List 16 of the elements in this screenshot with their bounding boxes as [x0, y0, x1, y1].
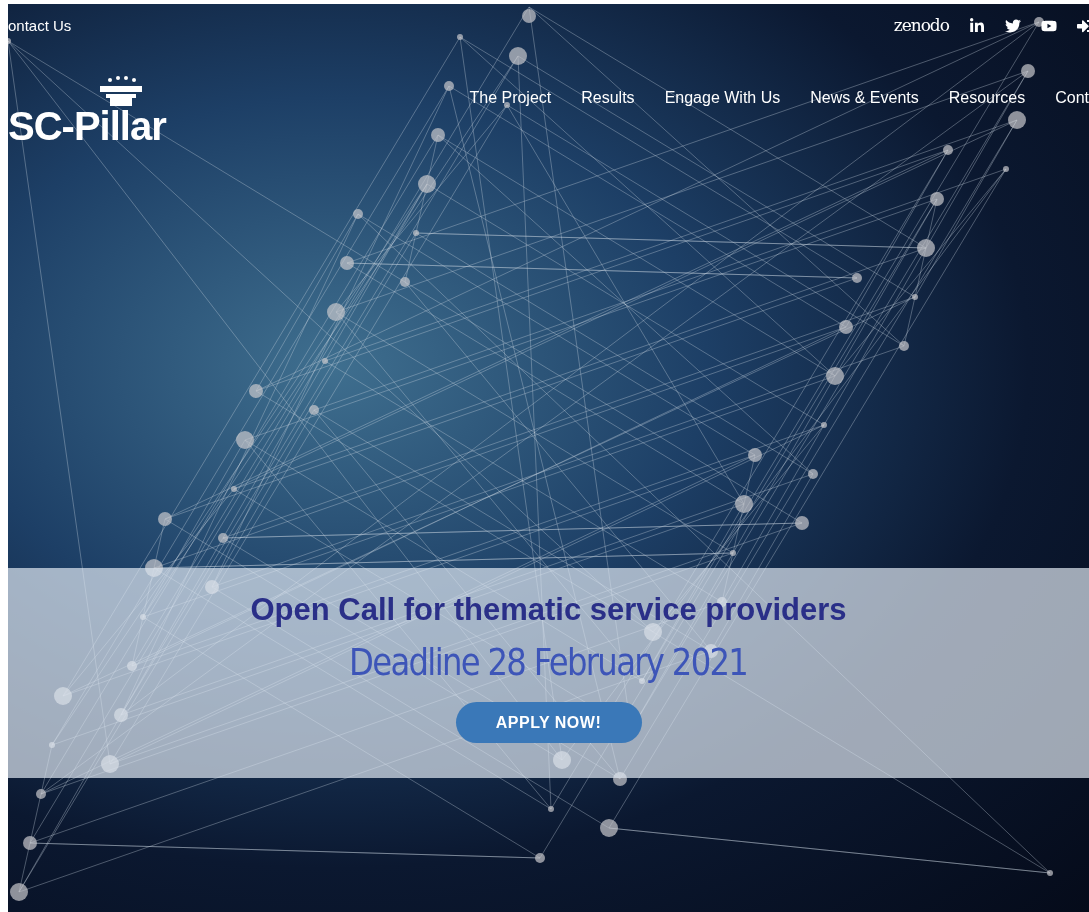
nav-link[interactable]: Cont: [1055, 86, 1089, 110]
linkedin-icon[interactable]: [969, 18, 985, 34]
nav-link[interactable]: The Project: [469, 86, 552, 110]
nav-link[interactable]: News & Events: [810, 86, 919, 110]
twitter-icon[interactable]: [1005, 18, 1021, 34]
banner-title: Open Call for thematic service providers: [250, 591, 847, 629]
deadline-text: Deadline 28 February 2021: [349, 639, 748, 686]
zenodo-link[interactable]: zenodo: [893, 13, 949, 39]
youtube-icon[interactable]: [1041, 18, 1057, 34]
nav-link[interactable]: Resources: [948, 86, 1026, 110]
sign-in-icon[interactable]: [1077, 18, 1089, 34]
nav-link[interactable]: Results: [581, 86, 635, 110]
nav-link[interactable]: Engage With Us: [664, 86, 781, 110]
apply-button[interactable]: APPLY NOW!: [455, 702, 642, 743]
contact-link[interactable]: ontact Us: [8, 14, 72, 38]
logo-text[interactable]: SC-Pillar: [8, 106, 170, 146]
